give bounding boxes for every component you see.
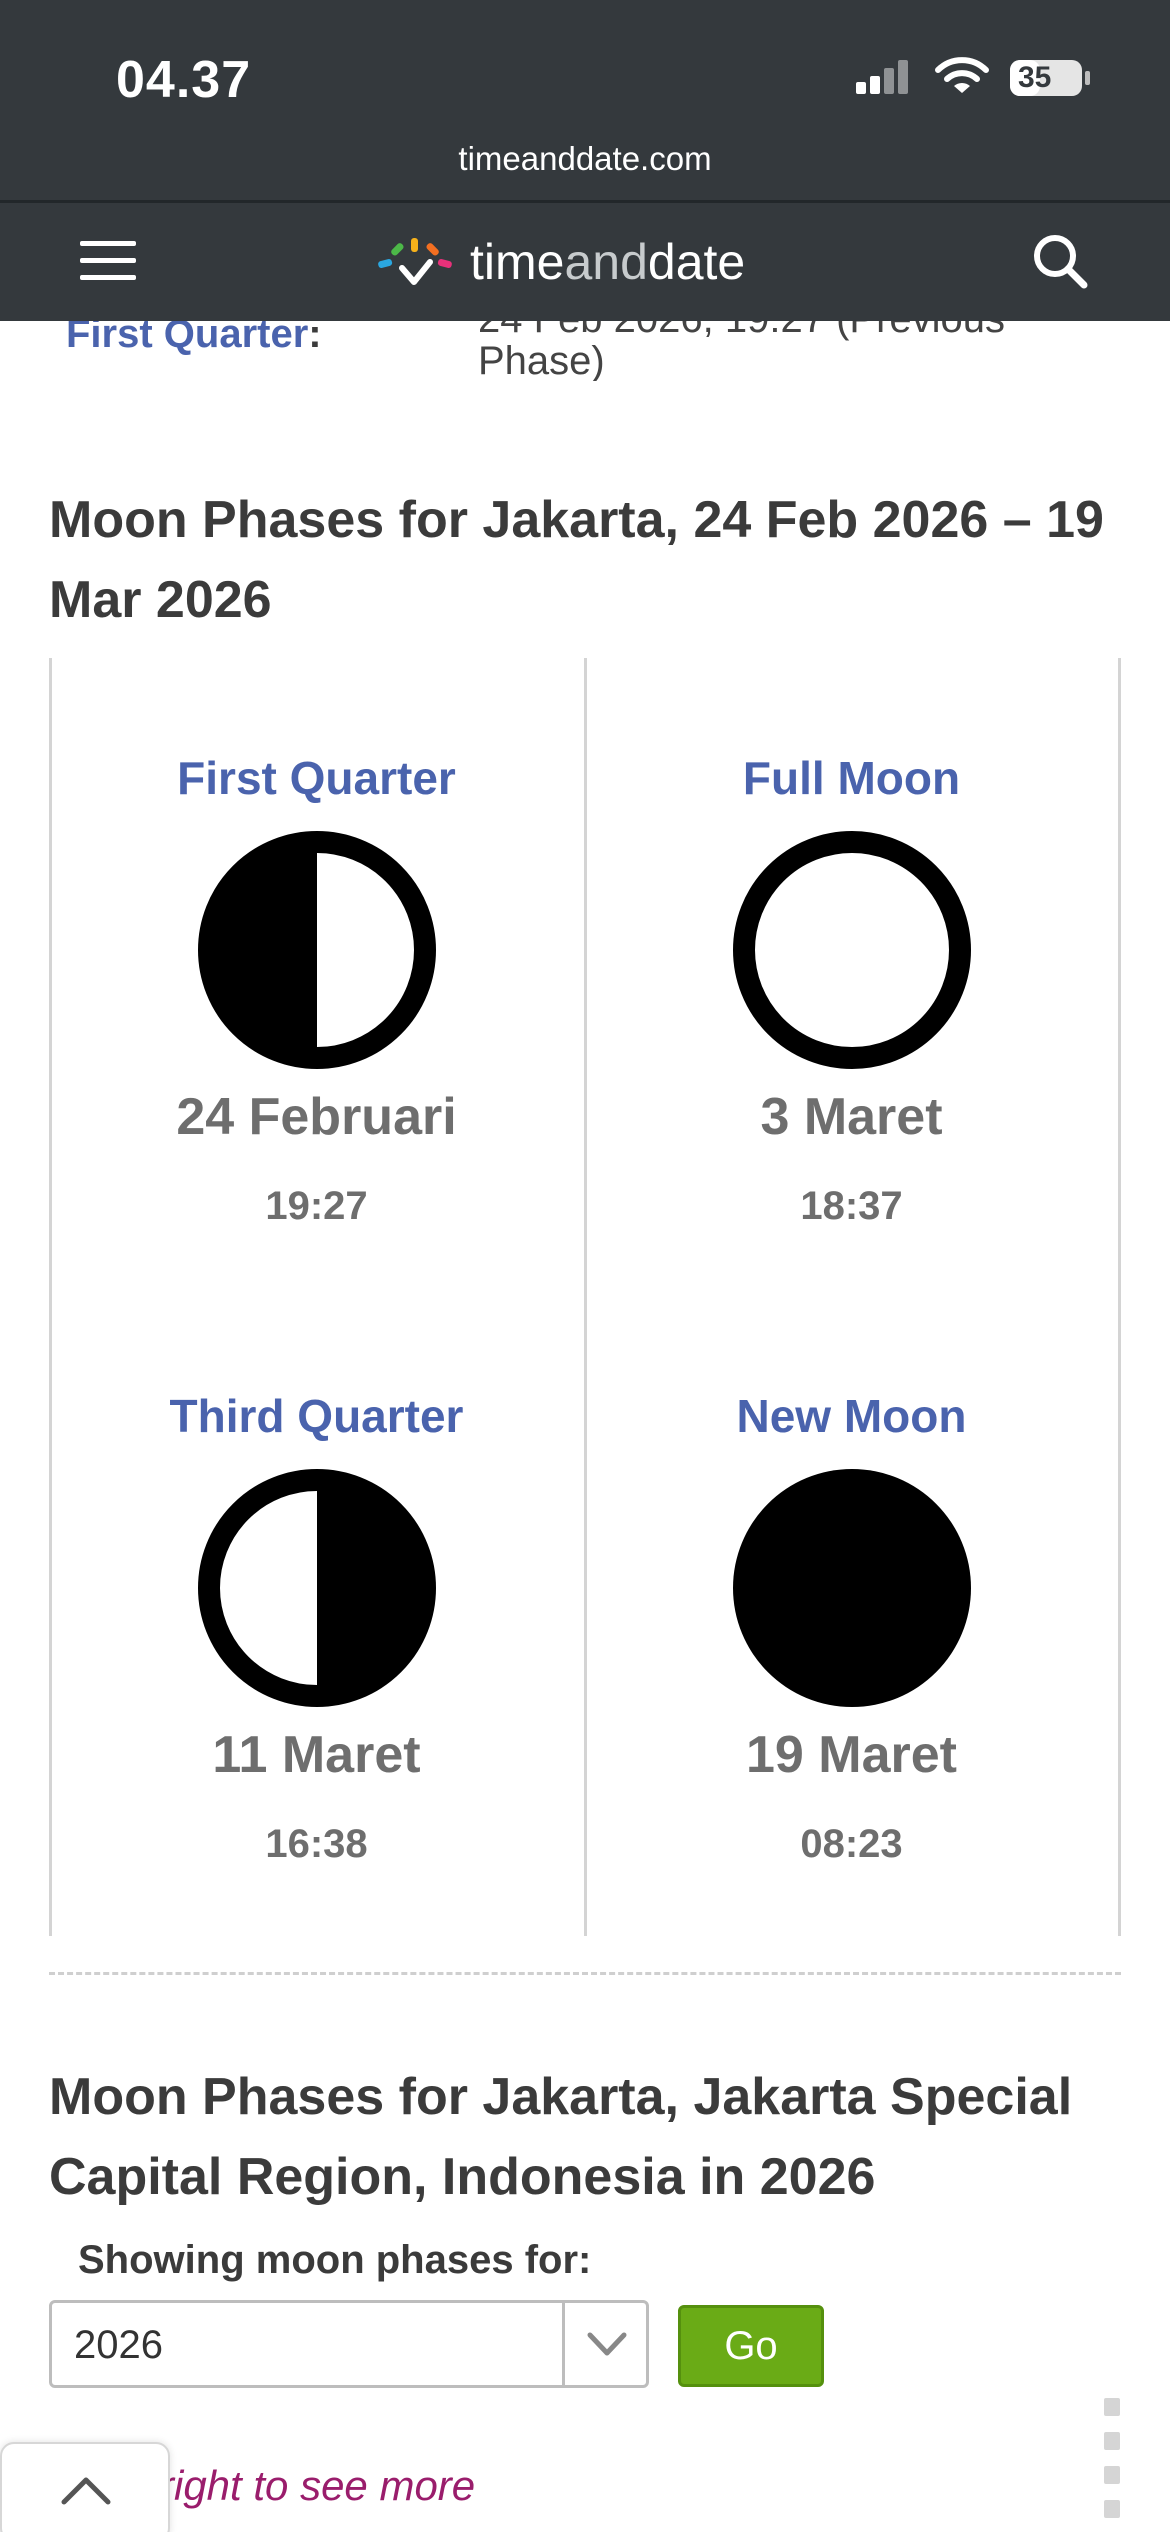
phase-time: 18:37 (800, 1184, 903, 1228)
phase-card-full-moon: Full Moon 3 Maret 18:37 (584, 748, 1119, 1230)
go-button[interactable]: Go (678, 2305, 824, 2387)
phase-time: 19:27 (265, 1184, 368, 1228)
previous-phase-value: 24 Feb 2026, 19:27 (Previous Phase) (478, 321, 1005, 381)
cellular-signal-icon (856, 60, 908, 94)
chevron-down-icon[interactable] (584, 2323, 630, 2363)
phase-time: 08:23 (800, 1822, 903, 1866)
year-select-value: 2026 (74, 2323, 163, 2367)
phase-name-link[interactable]: New Moon (584, 1386, 1119, 1446)
phase-name-link[interactable]: Third Quarter (49, 1386, 584, 1446)
showing-for-label: Showing moon phases for: (78, 2238, 592, 2282)
battery-icon: 35 (1008, 58, 1092, 98)
phase-date: 3 Maret (760, 1088, 943, 1146)
section-title-phases-year: Moon Phases for Jakarta, Jakarta Special… (49, 2068, 1073, 2206)
wifi-icon (935, 57, 989, 93)
previous-phase-row: First Quarter: 24 Feb 2026, 19:27 (Previ… (0, 321, 1170, 381)
address-bar-url[interactable]: timeanddate.com (0, 140, 1170, 178)
phase-date: 19 Maret (746, 1726, 957, 1784)
year-select[interactable]: 2026 (49, 2300, 649, 2388)
browser-chrome: 04.37 35 timeanddate.com (0, 0, 1170, 203)
first-quarter-moon-icon (197, 830, 437, 1070)
back-to-top-button[interactable] (0, 2442, 170, 2532)
status-time: 04.37 (116, 51, 252, 109)
menu-icon[interactable] (80, 241, 136, 281)
scroll-hint: right to see more (160, 2462, 476, 2509)
new-moon-icon (732, 1468, 972, 1708)
site-logo[interactable]: timeanddate (374, 231, 745, 293)
select-divider (562, 2303, 565, 2385)
logo-mark-icon (378, 238, 452, 285)
phase-card-first-quarter: First Quarter 24 Februari 19:27 (49, 748, 584, 1230)
phase-card-new-moon: New Moon 19 Maret 08:23 (584, 1386, 1119, 1868)
chevron-up-icon (61, 2477, 111, 2505)
moon-phases-grid: First Quarter 24 Februari 19:27 Full Moo… (49, 658, 1121, 1936)
search-icon[interactable] (1030, 231, 1090, 291)
site-navbar: timeanddate (0, 203, 1170, 321)
section-divider (49, 1972, 1121, 1975)
drag-handle-icon[interactable] (1104, 2398, 1126, 2518)
previous-phase-label[interactable]: First Quarter: (66, 321, 322, 357)
battery-level: 35 (1018, 61, 1052, 94)
section-title-phases-range: Moon Phases for Jakarta, 24 Feb 2026 – 1… (49, 491, 1104, 629)
phase-time: 16:38 (265, 1822, 368, 1866)
phase-date: 11 Maret (212, 1726, 421, 1784)
phase-name-link[interactable]: First Quarter (49, 748, 584, 808)
logo-text: timeanddate (470, 234, 746, 290)
phase-card-third-quarter: Third Quarter 11 Maret 16:38 (49, 1386, 584, 1868)
third-quarter-moon-icon (197, 1468, 437, 1708)
full-moon-icon (732, 830, 972, 1070)
phase-date: 24 Februari (176, 1088, 457, 1146)
phase-name-link[interactable]: Full Moon (584, 748, 1119, 808)
